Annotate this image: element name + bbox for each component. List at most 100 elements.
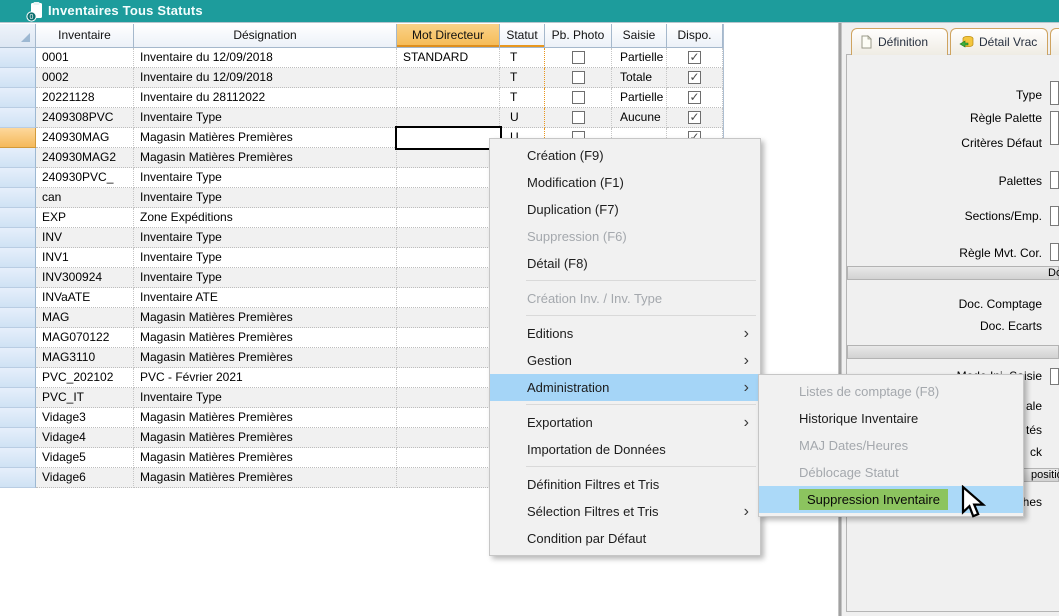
- cell-mot-directeur[interactable]: [397, 268, 500, 288]
- tab-definition[interactable]: Définition: [851, 28, 948, 55]
- input-field-stub[interactable]: [1050, 81, 1059, 105]
- menu-item-historique-inventaire[interactable]: Historique Inventaire: [759, 405, 1023, 432]
- cell-mot-directeur[interactable]: [397, 288, 500, 308]
- cell-mot-directeur[interactable]: [397, 208, 500, 228]
- cell-inventaire[interactable]: PVC_202102: [36, 368, 134, 388]
- row-header[interactable]: [0, 348, 36, 368]
- menu-item-d-blocage-statut[interactable]: Déblocage Statut: [759, 459, 1023, 486]
- dispo-checkbox[interactable]: [688, 111, 701, 124]
- dispo-checkbox[interactable]: [688, 51, 701, 64]
- cell-inventaire[interactable]: INVaATE: [36, 288, 134, 308]
- menu-item-cr-ation-f9[interactable]: Création (F9): [490, 142, 760, 169]
- cell-mot-directeur[interactable]: [397, 388, 500, 408]
- cell-saisie[interactable]: Partielle: [612, 48, 667, 68]
- cell-pb-photo[interactable]: [545, 108, 612, 128]
- cell-saisie[interactable]: Totale: [612, 68, 667, 88]
- cell-mot-directeur[interactable]: [397, 468, 500, 488]
- cell-inventaire[interactable]: 240930PVC_: [36, 168, 134, 188]
- cell-inventaire[interactable]: Vidage4: [36, 428, 134, 448]
- cell-designation[interactable]: Inventaire Type: [134, 248, 397, 268]
- cell-inventaire[interactable]: MAG: [36, 308, 134, 328]
- cell-inventaire[interactable]: 240930MAG: [36, 128, 134, 148]
- cell-mot-directeur[interactable]: [397, 88, 500, 108]
- cell-mot-directeur[interactable]: [397, 148, 500, 168]
- row-header[interactable]: [0, 428, 36, 448]
- tab-partial[interactable]: [1050, 28, 1059, 55]
- cell-inventaire[interactable]: 20221128: [36, 88, 134, 108]
- dispo-checkbox[interactable]: [688, 71, 701, 84]
- cell-mot-directeur[interactable]: [397, 428, 500, 448]
- cell-pb-photo[interactable]: [545, 88, 612, 108]
- row-header[interactable]: [0, 148, 36, 168]
- menu-item-suppression-f6[interactable]: Suppression (F6): [490, 223, 760, 250]
- row-header-selected[interactable]: [0, 128, 36, 148]
- cell-dispo[interactable]: [667, 88, 723, 108]
- cell-statut[interactable]: T: [500, 88, 545, 108]
- cell-mot-directeur[interactable]: [397, 228, 500, 248]
- row-header[interactable]: [0, 68, 36, 88]
- cell-designation[interactable]: Magasin Matières Premières: [134, 348, 397, 368]
- cell-mot-directeur[interactable]: [397, 188, 500, 208]
- row-header[interactable]: [0, 228, 36, 248]
- row-header[interactable]: [0, 208, 36, 228]
- column-header-mot-directeur[interactable]: Mot Directeur: [397, 24, 500, 48]
- menu-item-maj-dates-heures[interactable]: MAJ Dates/Heures: [759, 432, 1023, 459]
- cell-designation[interactable]: Magasin Matières Premières: [134, 308, 397, 328]
- table-row[interactable]: 20221128Inventaire du 28112022TPartielle: [0, 88, 723, 108]
- column-header-dispo[interactable]: Dispo.: [667, 24, 723, 48]
- menu-item-duplication-f7[interactable]: Duplication (F7): [490, 196, 760, 223]
- cell-mot-directeur[interactable]: [397, 348, 500, 368]
- row-header[interactable]: [0, 88, 36, 108]
- menu-item-exportation[interactable]: Exportation: [490, 409, 760, 436]
- cell-statut[interactable]: U: [500, 108, 545, 128]
- cell-pb-photo[interactable]: [545, 48, 612, 68]
- cell-inventaire[interactable]: Vidage3: [36, 408, 134, 428]
- column-header-designation[interactable]: Désignation: [134, 24, 397, 48]
- column-header-statut[interactable]: Statut: [500, 24, 545, 48]
- menu-item-modification-f1[interactable]: Modification (F1): [490, 169, 760, 196]
- pb-photo-checkbox[interactable]: [572, 51, 585, 64]
- menu-item-s-lection-filtres-et-tris[interactable]: Sélection Filtres et Tris: [490, 498, 760, 525]
- dispo-checkbox[interactable]: [688, 91, 701, 104]
- cell-designation[interactable]: Inventaire Type: [134, 388, 397, 408]
- row-header[interactable]: [0, 188, 36, 208]
- cell-dispo[interactable]: [667, 48, 723, 68]
- cell-mot-directeur[interactable]: [397, 408, 500, 428]
- cell-inventaire[interactable]: INV300924: [36, 268, 134, 288]
- menu-item-editions[interactable]: Editions: [490, 320, 760, 347]
- cell-mot-directeur[interactable]: [397, 248, 500, 268]
- cell-inventaire[interactable]: MAG070122: [36, 328, 134, 348]
- cell-inventaire[interactable]: 0002: [36, 68, 134, 88]
- cell-mot-directeur[interactable]: [397, 68, 500, 88]
- cell-statut[interactable]: T: [500, 68, 545, 88]
- cell-mot-directeur[interactable]: [397, 308, 500, 328]
- cell-inventaire[interactable]: 2409308PVC: [36, 108, 134, 128]
- column-header-pb-photo[interactable]: Pb. Photo: [545, 24, 612, 48]
- table-row[interactable]: 2409308PVCInventaire TypeUAucune: [0, 108, 723, 128]
- cell-mot-directeur[interactable]: [397, 328, 500, 348]
- pb-photo-checkbox[interactable]: [572, 91, 585, 104]
- row-header[interactable]: [0, 308, 36, 328]
- cell-inventaire[interactable]: 240930MAG2: [36, 148, 134, 168]
- select-all-corner[interactable]: [0, 24, 36, 48]
- cell-designation[interactable]: Magasin Matières Premières: [134, 128, 397, 148]
- menu-item-cr-ation-inv-inv-type[interactable]: Création Inv. / Inv. Type: [490, 285, 760, 312]
- cell-pb-photo[interactable]: [545, 68, 612, 88]
- cell-inventaire[interactable]: Vidage6: [36, 468, 134, 488]
- cell-inventaire[interactable]: Vidage5: [36, 448, 134, 468]
- input-field-stub[interactable]: [1050, 243, 1059, 261]
- menu-item-condition-par-d-faut[interactable]: Condition par Défaut: [490, 525, 760, 552]
- cell-inventaire[interactable]: MAG3110: [36, 348, 134, 368]
- row-header[interactable]: [0, 388, 36, 408]
- cell-designation[interactable]: Inventaire du 12/09/2018: [134, 48, 397, 68]
- row-header[interactable]: [0, 448, 36, 468]
- cell-inventaire[interactable]: INV: [36, 228, 134, 248]
- cell-designation[interactable]: Inventaire Type: [134, 228, 397, 248]
- cell-saisie[interactable]: Partielle: [612, 88, 667, 108]
- cell-designation[interactable]: Inventaire Type: [134, 108, 397, 128]
- selected-cell[interactable]: [395, 126, 502, 150]
- menu-item-administration[interactable]: Administration: [490, 374, 760, 401]
- cell-mot-directeur[interactable]: [397, 108, 500, 128]
- cell-designation[interactable]: Magasin Matières Premières: [134, 148, 397, 168]
- row-header[interactable]: [0, 268, 36, 288]
